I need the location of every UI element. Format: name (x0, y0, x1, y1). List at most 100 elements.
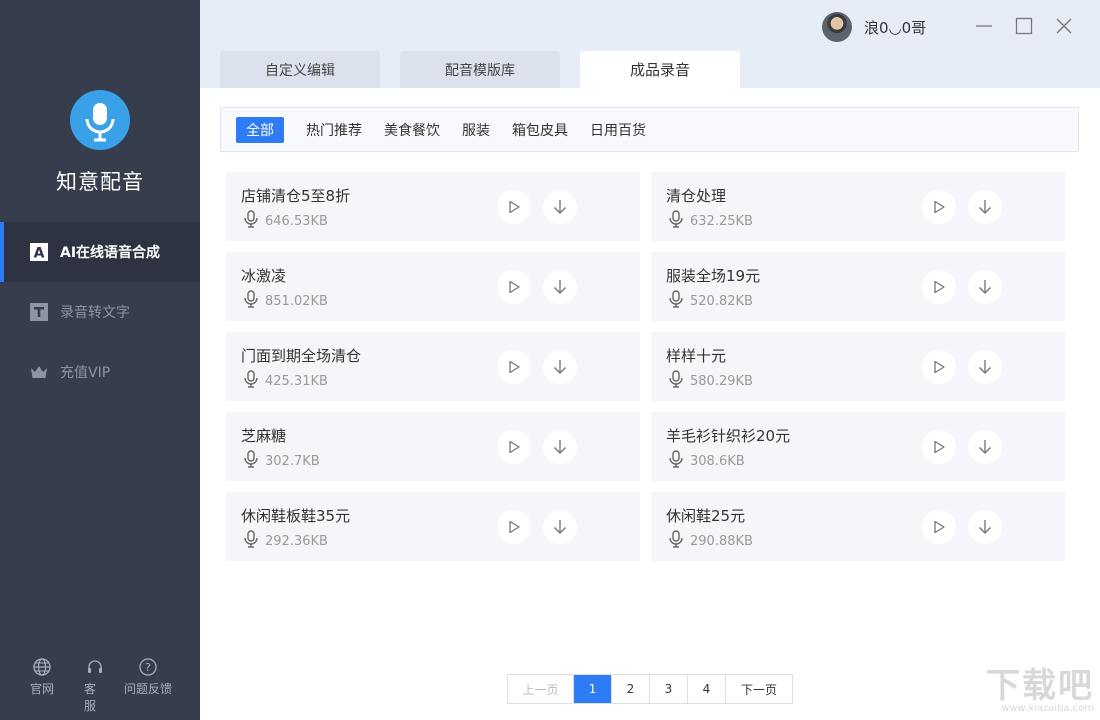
recording-card: 店铺清仓5至8折 646.53KB (226, 172, 640, 241)
globe-icon (33, 658, 51, 676)
play-icon (507, 440, 521, 454)
recording-size: 425.31KB (265, 373, 328, 389)
play-button[interactable] (922, 350, 956, 384)
play-button[interactable] (497, 430, 531, 464)
recording-title: 羊毛衫针织衫20元 (666, 427, 791, 445)
recording-size-row: 425.31KB (243, 370, 328, 392)
tab-template-library[interactable]: 配音模版库 (400, 51, 560, 88)
recording-card: 休闲鞋板鞋35元 292.36KB (226, 492, 640, 561)
play-icon (507, 520, 521, 534)
recording-size: 520.82KB (690, 293, 753, 309)
category-bags[interactable]: 箱包皮具 (512, 118, 568, 142)
recording-card: 门面到期全场清仓 425.31KB (226, 332, 640, 401)
minimize-button[interactable] (972, 14, 996, 38)
user-profile[interactable]: 浪0◡0哥 (822, 12, 926, 42)
microphone-icon (243, 450, 259, 472)
recording-size: 632.25KB (690, 213, 753, 229)
feedback-link[interactable]: ? 问题反馈 (106, 658, 190, 714)
play-button[interactable] (922, 430, 956, 464)
recording-size-row: 851.02KB (243, 290, 328, 312)
download-icon (977, 519, 993, 535)
play-button[interactable] (497, 190, 531, 224)
download-icon (552, 199, 568, 215)
svg-text:A: A (34, 246, 45, 262)
recording-size-row: 292.36KB (243, 530, 328, 552)
crown-icon (30, 363, 48, 381)
play-button[interactable] (497, 350, 531, 384)
tab-label: 配音模版库 (445, 62, 515, 79)
recording-size-row: 646.53KB (243, 210, 328, 232)
recording-size: 851.02KB (265, 293, 328, 309)
download-button[interactable] (543, 270, 577, 304)
recording-title: 服装全场19元 (666, 267, 761, 285)
customer-service-link[interactable]: 客服 (84, 658, 106, 714)
close-icon (1056, 18, 1072, 34)
download-icon (552, 439, 568, 455)
download-button[interactable] (968, 190, 1002, 224)
recording-size-row: 302.7KB (243, 450, 320, 472)
recording-card: 冰激凌 851.02KB (226, 252, 640, 321)
website-link[interactable]: 官网 (0, 658, 84, 714)
question-icon: ? (139, 658, 157, 676)
user-name: 浪0◡0哥 (864, 18, 927, 37)
tab-finished-recordings[interactable]: 成品录音 (580, 51, 740, 88)
app-logo (70, 90, 130, 150)
top-bar: 浪0◡0哥 自定义编辑 配音模版库 成品录音 (200, 0, 1100, 88)
play-icon (932, 520, 946, 534)
play-icon (932, 200, 946, 214)
download-button[interactable] (968, 270, 1002, 304)
download-button[interactable] (543, 190, 577, 224)
download-icon (977, 439, 993, 455)
sidebar-item-ai-tts[interactable]: A AI在线语音合成 (0, 222, 200, 282)
page-4-button[interactable]: 4 (688, 675, 726, 703)
recording-size: 292.36KB (265, 533, 328, 549)
category-food[interactable]: 美食餐饮 (384, 118, 440, 142)
download-button[interactable] (968, 430, 1002, 464)
play-button[interactable] (922, 510, 956, 544)
category-filter-bar: 全部 热门推荐 美食餐饮 服装 箱包皮具 日用百货 (220, 107, 1079, 152)
recording-title: 门面到期全场清仓 (241, 347, 362, 365)
recording-size-row: 308.6KB (668, 450, 745, 472)
microphone-icon (668, 210, 684, 232)
download-button[interactable] (968, 510, 1002, 544)
play-button[interactable] (497, 510, 531, 544)
recording-title: 冰激凌 (241, 267, 287, 285)
close-button[interactable] (1052, 14, 1076, 38)
category-daily-goods[interactable]: 日用百货 (590, 118, 646, 142)
sidebar-item-label: 录音转文字 (60, 305, 130, 321)
page-3-button[interactable]: 3 (650, 675, 688, 703)
sidebar-item-label: 充值VIP (60, 365, 111, 381)
download-icon (552, 359, 568, 375)
svg-text:?: ? (145, 661, 151, 674)
microphone-icon (668, 530, 684, 552)
next-page-button[interactable]: 下一页 (726, 675, 792, 703)
ai-letter-icon: A (30, 243, 48, 261)
recording-title: 芝麻糖 (241, 427, 287, 445)
sidebar-item-vip[interactable]: 充值VIP (0, 342, 200, 402)
maximize-icon (1015, 17, 1033, 35)
play-button[interactable] (497, 270, 531, 304)
page-1-button[interactable]: 1 (574, 675, 612, 703)
download-button[interactable] (543, 350, 577, 384)
sidebar-item-speech-to-text[interactable]: 录音转文字 (0, 282, 200, 342)
maximize-button[interactable] (1012, 14, 1036, 38)
page-2-button[interactable]: 2 (612, 675, 650, 703)
recording-title: 样样十元 (666, 347, 727, 365)
download-button[interactable] (543, 430, 577, 464)
category-all[interactable]: 全部 (236, 116, 284, 143)
category-clothing[interactable]: 服装 (462, 118, 490, 142)
play-button[interactable] (922, 190, 956, 224)
play-button[interactable] (922, 270, 956, 304)
recording-title: 休闲鞋25元 (666, 507, 746, 525)
recording-title: 店铺清仓5至8折 (241, 187, 351, 205)
microphone-icon (243, 530, 259, 552)
prev-page-button[interactable]: 上一页 (508, 675, 574, 703)
sidebar-item-label: AI在线语音合成 (60, 245, 161, 261)
recording-title: 休闲鞋板鞋35元 (241, 507, 351, 525)
category-hot[interactable]: 热门推荐 (306, 118, 362, 142)
sidebar-nav: A AI在线语音合成 录音转文字 充值VIP (0, 222, 200, 402)
tab-custom-edit[interactable]: 自定义编辑 (220, 51, 380, 88)
download-button[interactable] (968, 350, 1002, 384)
download-button[interactable] (543, 510, 577, 544)
recording-size: 580.29KB (690, 373, 753, 389)
